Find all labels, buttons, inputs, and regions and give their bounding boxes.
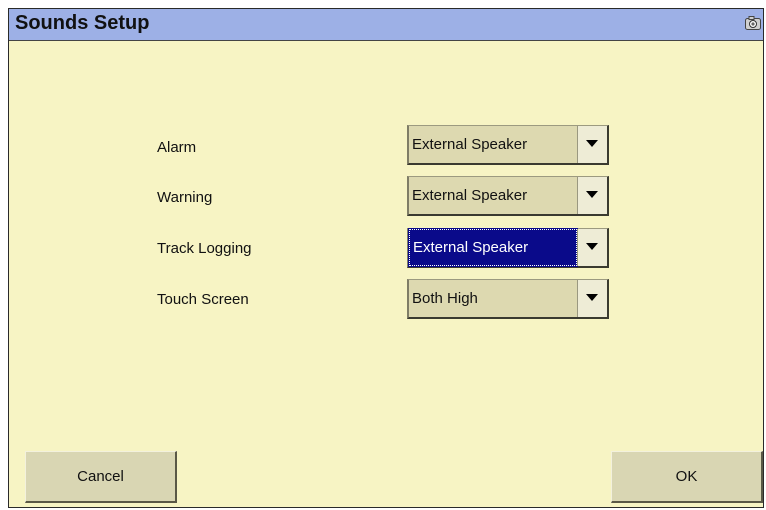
camera-icon[interactable] bbox=[745, 16, 761, 30]
track-logging-label: Track Logging bbox=[157, 240, 252, 257]
window-title: Sounds Setup bbox=[15, 12, 150, 34]
track-logging-dropdown-button[interactable] bbox=[577, 229, 607, 266]
touch-screen-label: Touch Screen bbox=[157, 291, 249, 308]
chevron-down-icon bbox=[586, 191, 598, 198]
warning-label: Warning bbox=[157, 189, 213, 206]
title-bar: Sounds Setup bbox=[9, 9, 763, 41]
chevron-down-icon bbox=[586, 243, 598, 250]
sounds-setup-window: Sounds Setup Alarm External Speaker Warn… bbox=[8, 8, 764, 508]
touch-screen-dropdown-button[interactable] bbox=[577, 280, 607, 317]
warning-dropdown-value: External Speaker bbox=[412, 187, 528, 204]
alarm-label: Alarm bbox=[157, 139, 197, 156]
cancel-button[interactable]: Cancel bbox=[25, 451, 177, 503]
alarm-dropdown-value: External Speaker bbox=[412, 136, 528, 153]
chevron-down-icon bbox=[586, 140, 598, 147]
chevron-down-icon bbox=[586, 294, 598, 301]
warning-dropdown[interactable]: External Speaker bbox=[407, 176, 609, 216]
touch-screen-dropdown-value: Both High bbox=[412, 290, 478, 307]
alarm-dropdown[interactable]: External Speaker bbox=[407, 125, 609, 165]
alarm-dropdown-button[interactable] bbox=[577, 126, 607, 163]
track-logging-dropdown[interactable]: External Speaker bbox=[407, 228, 609, 268]
touch-screen-dropdown[interactable]: Both High bbox=[407, 279, 609, 319]
track-logging-dropdown-value: External Speaker bbox=[408, 228, 578, 267]
warning-dropdown-button[interactable] bbox=[577, 177, 607, 214]
ok-button[interactable]: OK bbox=[611, 451, 763, 503]
